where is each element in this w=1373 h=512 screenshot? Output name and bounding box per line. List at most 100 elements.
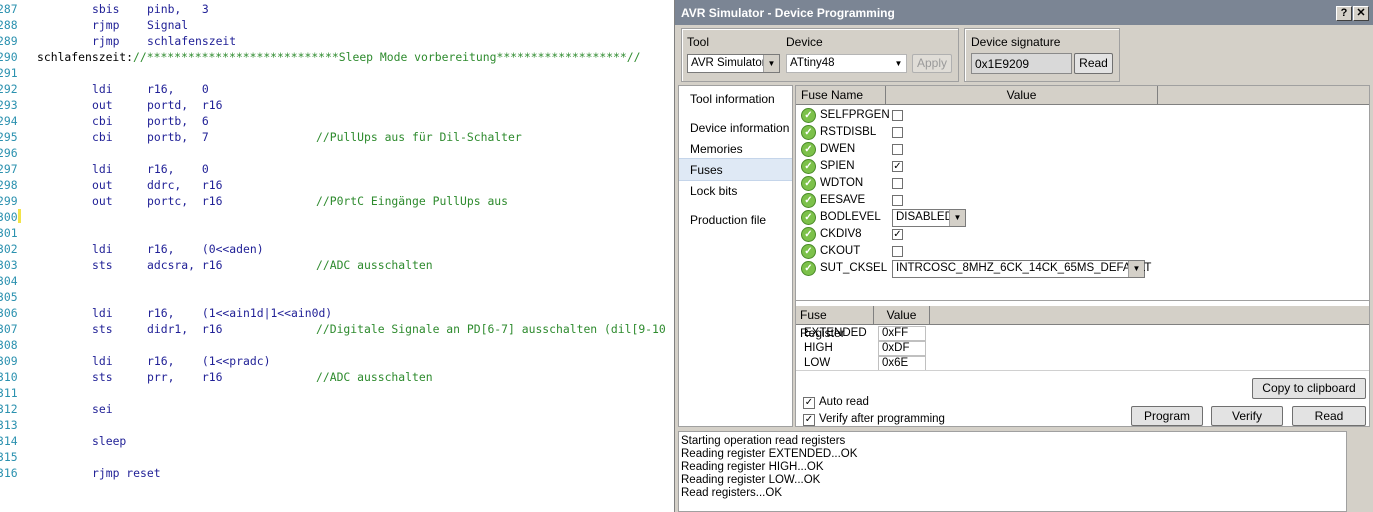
line-number: 288 <box>0 18 18 32</box>
line-number: 287 <box>0 2 18 16</box>
verify-button[interactable]: Verify <box>1211 406 1283 426</box>
code-line[interactable]: 300 <box>0 209 672 225</box>
code-line[interactable]: 302 ldi r16, (0<<aden) <box>0 241 672 257</box>
register-header-filler <box>930 306 1369 325</box>
eesave-checkbox[interactable] <box>892 195 903 206</box>
fuse-row-ckout: ✓ CKOUT <box>800 244 1360 261</box>
device-select[interactable]: ATtiny48 ▼ <box>786 54 907 73</box>
code-line[interactable]: 291 <box>0 65 672 81</box>
code-instruction: out <box>92 194 113 208</box>
line-number: 312 <box>0 402 18 416</box>
line-number: 293 <box>0 98 18 112</box>
code-line[interactable]: 301 <box>0 225 672 241</box>
code-line[interactable]: 314 sleep <box>0 433 672 449</box>
verify-after-programming-checkbox[interactable]: ✓ <box>803 414 815 426</box>
code-line[interactable]: 316 rjmp reset <box>0 465 672 481</box>
code-operands: Signal <box>147 18 189 32</box>
code-line[interactable]: 287 sbis pinb, 3 <box>0 1 672 17</box>
register-low-value[interactable]: 0x6E <box>878 356 926 371</box>
title-bar[interactable]: AVR Simulator - Device Programming ? ✕ <box>675 0 1373 25</box>
code-line[interactable]: 313 <box>0 417 672 433</box>
sidebar-item-device-information[interactable]: Device information <box>679 117 792 138</box>
code-line[interactable]: 315 <box>0 449 672 465</box>
line-number: 295 <box>0 130 18 144</box>
line-number: 304 <box>0 274 18 288</box>
ckdiv8-checkbox[interactable]: ✓ <box>892 229 903 240</box>
fuse-row-eesave: ✓ EESAVE <box>800 193 1360 210</box>
spien-checkbox[interactable]: ✓ <box>892 161 903 172</box>
register-high-value[interactable]: 0xDF <box>878 341 926 356</box>
program-button[interactable]: Program <box>1131 406 1203 426</box>
fuse-register-header[interactable]: Fuse Register <box>796 306 874 340</box>
code-line[interactable]: 308 <box>0 337 672 353</box>
code-line[interactable]: 304 <box>0 273 672 289</box>
code-line[interactable]: 295 cbi portb, 7 //PullUps aus für Dil-Scha… <box>0 129 672 145</box>
sidebar-item-lock-bits[interactable]: Lock bits <box>679 180 792 201</box>
register-value-header[interactable]: Value <box>874 306 930 325</box>
code-line[interactable]: 294 cbi portb, 6 <box>0 113 672 129</box>
code-line[interactable]: 307 sts didr1, r16 //Digitale Signale an PD… <box>0 321 672 337</box>
code-comment: //****************************Sleep Mode… <box>133 50 641 64</box>
apply-button[interactable]: Apply <box>912 54 952 73</box>
line-number: 306 <box>0 306 18 320</box>
sidebar-item-fuses[interactable]: Fuses <box>679 158 792 181</box>
code-line[interactable]: 293 out portd, r16 <box>0 97 672 113</box>
close-button[interactable]: ✕ <box>1353 6 1369 21</box>
chevron-down-icon: ▼ <box>891 55 906 72</box>
sidebar-item-memories[interactable]: Memories <box>679 138 792 159</box>
code-line[interactable]: 299 out portc, r16 //P0rtC Eingänge PullUps… <box>0 193 672 209</box>
code-line[interactable]: 309 ldi r16, (1<<pradc) <box>0 353 672 369</box>
ckout-checkbox[interactable] <box>892 246 903 257</box>
code-operands: r16, 0 <box>147 162 209 176</box>
bodlevel-select[interactable]: DISABLED ▼ <box>892 209 966 227</box>
output-log[interactable]: Starting operation read registers Readin… <box>678 431 1347 512</box>
check-ok-icon: ✓ <box>801 193 816 208</box>
code-editor[interactable]: 287 sbis pinb, 3 288 rjmp Signal 289 rjmp schlaf… <box>0 0 672 512</box>
code-line[interactable]: 297 ldi r16, 0 <box>0 161 672 177</box>
tool-select[interactable]: AVR Simulator ▼ <box>687 54 780 73</box>
code-line[interactable]: 292 ldi r16, 0 <box>0 81 672 97</box>
divider <box>796 300 1369 301</box>
chevron-down-icon: ▼ <box>949 210 965 226</box>
sut-cksel-select[interactable]: INTRCOSC_8MHZ_6CK_14CK_65MS_DEFAULT ▼ <box>892 260 1151 278</box>
code-line[interactable]: 305 <box>0 289 672 305</box>
code-line[interactable]: 298 out ddrc, r16 <box>0 177 672 193</box>
copy-to-clipboard-button[interactable]: Copy to clipboard <box>1252 378 1366 399</box>
check-ok-icon: ✓ <box>801 210 816 225</box>
code-line[interactable]: 290 schlafenszeit://*********************… <box>0 49 672 65</box>
help-button[interactable]: ? <box>1336 6 1352 21</box>
code-line[interactable]: 311 <box>0 385 672 401</box>
line-number: 292 <box>0 82 18 96</box>
wdton-checkbox[interactable] <box>892 178 903 189</box>
sidebar-item-tool-information[interactable]: Tool information <box>679 88 792 109</box>
auto-read-checkbox[interactable]: ✓ <box>803 397 815 409</box>
fuse-name-header[interactable]: Fuse Name <box>796 86 886 105</box>
code-label: schlafenszeit://************************… <box>37 49 641 65</box>
code-instruction: sts <box>92 258 113 272</box>
code-operands: portb, 7 <box>147 130 209 144</box>
register-extended-value[interactable]: 0xFF <box>878 326 926 341</box>
code-operands: pinb, 3 <box>147 2 209 16</box>
sidebar-item-production-file[interactable]: Production file <box>679 209 792 230</box>
fuse-value-header[interactable]: Value <box>886 86 1158 105</box>
code-line[interactable]: 288 rjmp Signal <box>0 17 672 33</box>
code-line[interactable]: 289 rjmp schlafenszeit <box>0 33 672 49</box>
sidebar-nav: Tool information Device information Memo… <box>678 85 793 427</box>
line-number: 310 <box>0 370 18 384</box>
code-instruction: sbis <box>92 2 120 16</box>
rstdisbl-checkbox[interactable] <box>892 127 903 138</box>
code-line[interactable]: 303 sts adcsra, r16 //ADC ausschalten <box>0 257 672 273</box>
code-line[interactable]: 306 ldi r16, (1<<ain1d|1<<ain0d) <box>0 305 672 321</box>
code-line[interactable]: 310 sts prr, r16 //ADC ausschalten <box>0 369 672 385</box>
dwen-checkbox[interactable] <box>892 144 903 155</box>
fuse-header-filler <box>1158 86 1369 105</box>
code-instruction: out <box>92 178 113 192</box>
code-line[interactable]: 296 <box>0 145 672 161</box>
signature-read-button[interactable]: Read <box>1074 53 1113 74</box>
log-line: Reading register LOW...OK <box>681 474 821 486</box>
read-button[interactable]: Read <box>1292 406 1366 426</box>
chevron-down-icon: ▼ <box>1128 261 1144 277</box>
selfprgen-checkbox[interactable] <box>892 110 903 121</box>
code-operands: didr1, r16 <box>147 322 223 336</box>
code-line[interactable]: 312 sei <box>0 401 672 417</box>
